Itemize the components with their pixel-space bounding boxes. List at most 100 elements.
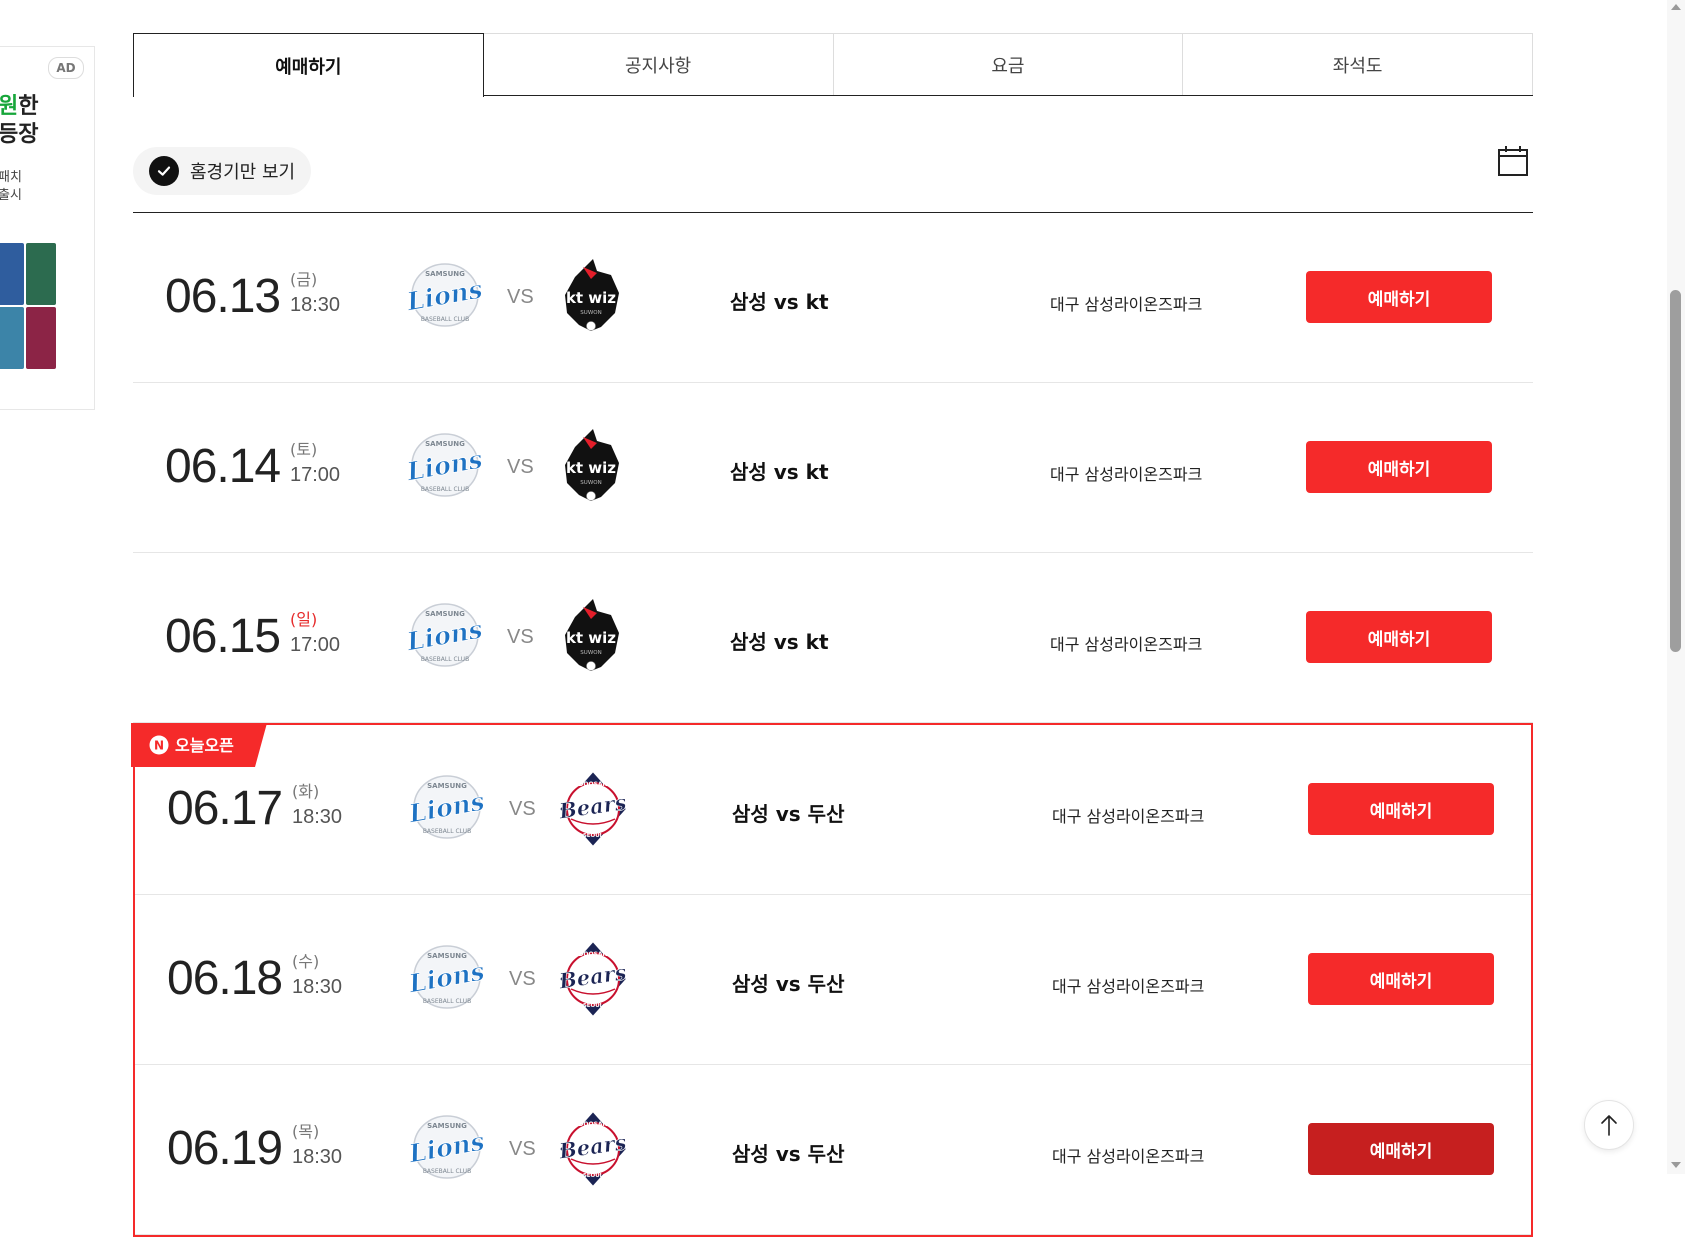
filter-label: 홈경기만 보기 bbox=[190, 162, 296, 183]
tab-seat-map[interactable]: 좌석도 bbox=[1183, 33, 1533, 95]
game-row: 06.18 (수) 18:30 SAMSUNG Lions BASEBALL C… bbox=[135, 895, 1531, 1065]
game-date: 06.17 bbox=[167, 782, 283, 835]
svg-text:SUWON: SUWON bbox=[580, 650, 601, 656]
book-button[interactable]: 예매하기 bbox=[1306, 271, 1492, 323]
vs-label: VS bbox=[509, 968, 536, 990]
svg-text:DOOSAN: DOOSAN bbox=[578, 1121, 607, 1128]
lions-logo: SAMSUNG Lions BASEBALL CLUB bbox=[405, 1111, 487, 1183]
ad-sub-line2: 출시 bbox=[0, 188, 22, 203]
bears-logo: DOOSAN Bears SEOUL bbox=[555, 1109, 631, 1189]
svg-text:SAMSUNG: SAMSUNG bbox=[427, 952, 467, 960]
ktwiz-logo: kt wiz SUWON bbox=[553, 427, 629, 507]
lions-logo: SAMSUNG Lions BASEBALL CLUB bbox=[403, 599, 485, 671]
game-matchup: 삼성 vs 두산 bbox=[732, 1142, 845, 1166]
stadium-name: 대구 삼성라이온즈파크 bbox=[1052, 1147, 1205, 1166]
lions-logo: SAMSUNG Lions BASEBALL CLUB bbox=[405, 771, 487, 843]
game-row: 06.13 (금) 18:30 SAMSUNG Lions BASEBALL C… bbox=[133, 213, 1533, 383]
svg-text:kt wiz: kt wiz bbox=[566, 289, 616, 307]
game-row: 06.19 (목) 18:30 SAMSUNG Lions BASEBALL C… bbox=[135, 1065, 1531, 1235]
ad-banner[interactable]: AD 원한 등장 패치 출시 bbox=[0, 46, 95, 410]
lions-logo: SAMSUNG Lions BASEBALL CLUB bbox=[403, 259, 485, 331]
svg-text:kt wiz: kt wiz bbox=[566, 629, 616, 647]
svg-text:SAMSUNG: SAMSUNG bbox=[425, 440, 465, 448]
game-matchup: 삼성 vs kt bbox=[730, 290, 829, 314]
ad-subtext: 패치 출시 bbox=[0, 169, 22, 205]
book-button[interactable]: 예매하기 bbox=[1308, 1123, 1494, 1175]
ad-sub-line1: 패치 bbox=[0, 170, 22, 185]
tab-notice[interactable]: 공지사항 bbox=[483, 33, 834, 95]
ad-headline-accent: 원 bbox=[0, 94, 19, 119]
tab-price[interactable]: 요금 bbox=[833, 33, 1184, 95]
stadium-name: 대구 삼성라이온즈파크 bbox=[1050, 295, 1203, 314]
game-time: 18:30 bbox=[292, 806, 343, 828]
svg-text:SEOUL: SEOUL bbox=[583, 833, 604, 839]
game-day-of-week: (화) bbox=[292, 782, 320, 801]
svg-text:SEOUL: SEOUL bbox=[583, 1003, 604, 1009]
ktwiz-logo: kt wiz SUWON bbox=[553, 597, 629, 677]
ad-product-box bbox=[0, 307, 24, 369]
game-row: 06.14 (토) 17:00 SAMSUNG Lions BASEBALL C… bbox=[133, 383, 1533, 553]
svg-text:SAMSUNG: SAMSUNG bbox=[425, 610, 465, 618]
game-matchup: 삼성 vs 두산 bbox=[732, 972, 845, 996]
game-date: 06.18 bbox=[167, 952, 283, 1005]
book-button[interactable]: 예매하기 bbox=[1308, 783, 1494, 835]
game-day-of-week: (수) bbox=[292, 952, 320, 971]
game-date: 06.13 bbox=[165, 270, 281, 323]
n-icon: N bbox=[154, 739, 164, 753]
svg-text:kt wiz: kt wiz bbox=[566, 459, 616, 477]
svg-text:BASEBALL CLUB: BASEBALL CLUB bbox=[421, 316, 469, 323]
svg-text:SUWON: SUWON bbox=[580, 310, 601, 316]
game-day-of-week: (금) bbox=[290, 270, 318, 289]
svg-text:BASEBALL CLUB: BASEBALL CLUB bbox=[421, 656, 469, 663]
scroll-down-arrow-icon[interactable] bbox=[1671, 1162, 1681, 1168]
ad-headline-line2: 등장 bbox=[0, 122, 39, 147]
vs-label: VS bbox=[509, 798, 536, 820]
ad-product-box bbox=[26, 307, 56, 369]
book-button[interactable]: 예매하기 bbox=[1306, 611, 1492, 663]
game-time: 17:00 bbox=[290, 464, 341, 486]
game-row: 06.15 (일) 17:00 SAMSUNG Lions BASEBALL C… bbox=[133, 553, 1533, 723]
game-time: 18:30 bbox=[292, 1146, 343, 1168]
svg-text:BASEBALL CLUB: BASEBALL CLUB bbox=[421, 486, 469, 493]
svg-text:SAMSUNG: SAMSUNG bbox=[427, 782, 467, 790]
home-games-filter-toggle[interactable]: 홈경기만 보기 bbox=[133, 147, 312, 195]
svg-text:SAMSUNG: SAMSUNG bbox=[427, 1122, 467, 1130]
game-list: 06.13 (금) 18:30 SAMSUNG Lions BASEBALL C… bbox=[131, 213, 1533, 1237]
svg-text:SAMSUNG: SAMSUNG bbox=[425, 270, 465, 278]
scrollbar-thumb[interactable] bbox=[1670, 290, 1681, 652]
arrow-up-icon bbox=[1601, 1115, 1617, 1136]
lions-logo: SAMSUNG Lions BASEBALL CLUB bbox=[403, 429, 485, 501]
lions-logo: SAMSUNG Lions BASEBALL CLUB bbox=[405, 941, 487, 1013]
svg-text:DOOSAN: DOOSAN bbox=[578, 951, 607, 958]
vs-label: VS bbox=[509, 1138, 536, 1160]
back-to-top-button[interactable] bbox=[1584, 1100, 1634, 1150]
ad-product-box bbox=[26, 243, 56, 305]
today-open-badge: N 오늘오픈 bbox=[131, 723, 267, 767]
bears-logo: DOOSAN Bears SEOUL bbox=[555, 769, 631, 849]
svg-text:SUWON: SUWON bbox=[580, 480, 601, 486]
ktwiz-logo: kt wiz SUWON bbox=[553, 257, 629, 337]
check-icon bbox=[149, 156, 179, 186]
vs-label: VS bbox=[507, 286, 534, 308]
book-button[interactable]: 예매하기 bbox=[1308, 953, 1494, 1005]
svg-text:BASEBALL CLUB: BASEBALL CLUB bbox=[423, 998, 471, 1005]
stadium-name: 대구 삼성라이온즈파크 bbox=[1052, 807, 1205, 826]
game-date: 06.15 bbox=[165, 610, 281, 663]
ad-headline-rest: 한 bbox=[18, 94, 39, 119]
game-matchup: 삼성 vs kt bbox=[730, 460, 829, 484]
vs-label: VS bbox=[507, 456, 534, 478]
game-day-of-week: (목) bbox=[292, 1122, 320, 1141]
book-button[interactable]: 예매하기 bbox=[1306, 441, 1492, 493]
svg-text:BASEBALL CLUB: BASEBALL CLUB bbox=[423, 828, 471, 835]
stadium-name: 대구 삼성라이온즈파크 bbox=[1050, 465, 1203, 484]
stadium-name: 대구 삼성라이온즈파크 bbox=[1050, 635, 1203, 654]
today-open-group: N 오늘오픈 06.17 (화) 18:30 SAMSUNG Lions BAS… bbox=[131, 723, 1533, 1237]
game-row: 06.17 (화) 18:30 SAMSUNG Lions BASEBALL C… bbox=[135, 725, 1531, 895]
calendar-icon[interactable] bbox=[1497, 145, 1529, 177]
tab-booking[interactable]: 예매하기 bbox=[133, 33, 484, 97]
scroll-up-arrow-icon[interactable] bbox=[1671, 4, 1681, 10]
game-day-of-week: (일) bbox=[290, 610, 318, 629]
ad-headline: 원한 등장 bbox=[0, 93, 39, 149]
game-day-of-week: (토) bbox=[290, 440, 318, 459]
svg-text:DOOSAN: DOOSAN bbox=[578, 781, 607, 788]
